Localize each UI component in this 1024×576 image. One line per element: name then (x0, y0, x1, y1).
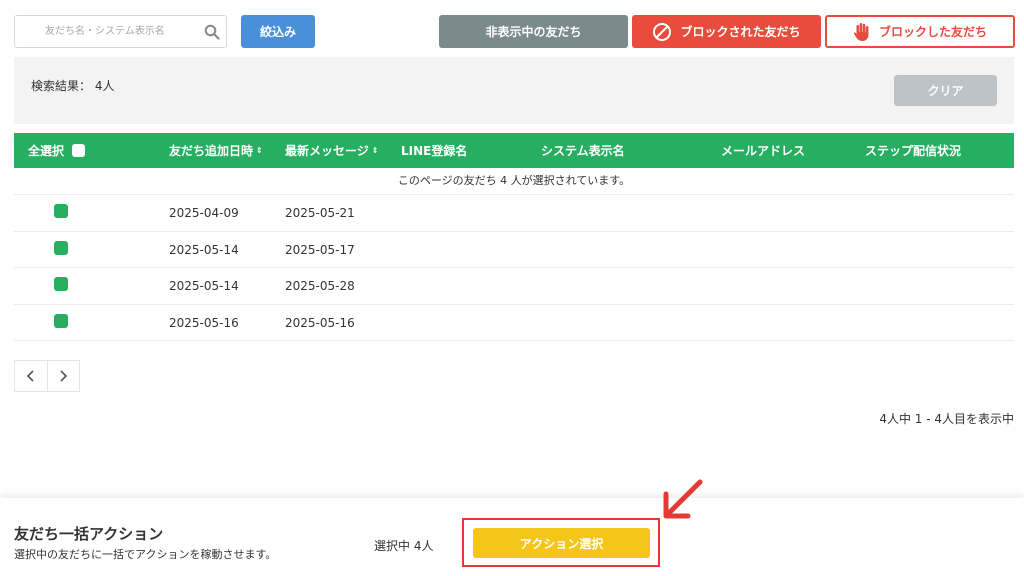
added-at-cell: 2025-05-16 (169, 315, 239, 330)
latest-message-header[interactable]: 最新メッセージ ⇕ (285, 133, 378, 168)
step-status-header: ステップ配信状況 (865, 144, 962, 158)
chevron-right-icon (60, 370, 68, 382)
latest-message-cell: 2025-05-17 (285, 242, 355, 257)
row-checkbox[interactable] (54, 277, 68, 291)
bulk-action-title: 友だち一括アクション (14, 525, 164, 543)
row-checkbox[interactable] (54, 240, 68, 255)
added-at-label: 友だち追加日時 (169, 144, 254, 158)
search-input[interactable] (15, 16, 200, 47)
latest-message-cell: 2025-05-28 (285, 279, 355, 293)
email-header: メールアドレス (721, 144, 806, 158)
latest-message-cell: 2025-05-21 (285, 206, 355, 220)
added-at-cell: 2025-05-14 (169, 279, 239, 293)
system-name-header: システム表示名 (541, 144, 625, 158)
select-all-label: 全選択 (28, 144, 65, 158)
search-result-panel: 検索結果： 4人 クリア (14, 57, 1014, 124)
select-all-header[interactable]: 全選択 (28, 133, 86, 168)
pagination (14, 360, 80, 392)
latest-message-cell: 2025-05-16 (285, 315, 355, 330)
chevron-left-icon (26, 370, 34, 382)
row-checkbox[interactable] (54, 204, 68, 218)
blocking-friends-button[interactable]: ブロックした友だち (825, 15, 1015, 48)
selected-count: 選択中 4人 (374, 539, 434, 553)
prohibited-icon (653, 22, 672, 41)
table-row: 2025-04-09 2025-05-21 (14, 195, 1014, 232)
selection-notice: このページの友だち 4 人が選択されています。 (14, 168, 1014, 195)
prev-page-button[interactable] (15, 361, 47, 391)
latest-message-label: 最新メッセージ (285, 144, 369, 158)
blocked-by-friends-button[interactable]: ブロックされた友だち (632, 15, 821, 48)
line-name-header: LINE登録名 (401, 144, 468, 158)
clear-button[interactable]: クリア (894, 75, 997, 106)
search-result-count: 検索結果： 4人 (31, 79, 115, 93)
hidden-friends-label: 非表示中の友だち (485, 25, 582, 39)
table-header: 全選択 友だち追加日時 ⇕ 最新メッセージ ⇕ LINE登録名 システム表示名 … (14, 133, 1014, 168)
search-icon[interactable] (204, 24, 220, 40)
select-all-checkbox[interactable] (72, 144, 86, 157)
blocked-by-friends-label: ブロックされた友だち (680, 25, 801, 39)
friends-table: 全選択 友だち追加日時 ⇕ 最新メッセージ ⇕ LINE登録名 システム表示名 … (14, 133, 1014, 341)
filter-button[interactable]: 絞込み (241, 15, 315, 48)
table-row: 2025-05-14 2025-05-17 (14, 232, 1014, 268)
table-row: 2025-05-16 2025-05-16 (14, 305, 1014, 341)
next-page-button[interactable] (46, 361, 79, 391)
added-at-cell: 2025-05-14 (169, 242, 239, 257)
bulk-action-bar: 友だち一括アクション 選択中の友だちに一括でアクションを稼動させます。 選択中 … (0, 498, 1024, 576)
friends-list-page: 絞込み 非表示中の友だち ブロックされた友だち ブロックした友だち 検索結果： … (0, 0, 1024, 576)
hidden-friends-button[interactable]: 非表示中の友だち (439, 15, 628, 48)
bulk-action-description: 選択中の友だちに一括でアクションを稼動させます。 (14, 548, 277, 561)
pagination-summary: 4人中 1 - 4人目を表示中 (879, 412, 1014, 426)
blocking-friends-label: ブロックした友だち (878, 25, 987, 39)
annotation-arrow-icon (663, 479, 703, 519)
search-box (14, 15, 227, 48)
sort-icon[interactable]: ⇕ (372, 146, 379, 155)
action-select-button[interactable]: アクション選択 (473, 528, 650, 558)
row-checkbox[interactable] (54, 313, 68, 328)
added-at-header[interactable]: 友だち追加日時 ⇕ (169, 133, 263, 168)
table-row: 2025-05-14 2025-05-28 (14, 268, 1014, 305)
hand-stop-icon (853, 22, 869, 41)
added-at-cell: 2025-04-09 (169, 206, 239, 220)
sort-icon[interactable]: ⇕ (256, 146, 263, 155)
